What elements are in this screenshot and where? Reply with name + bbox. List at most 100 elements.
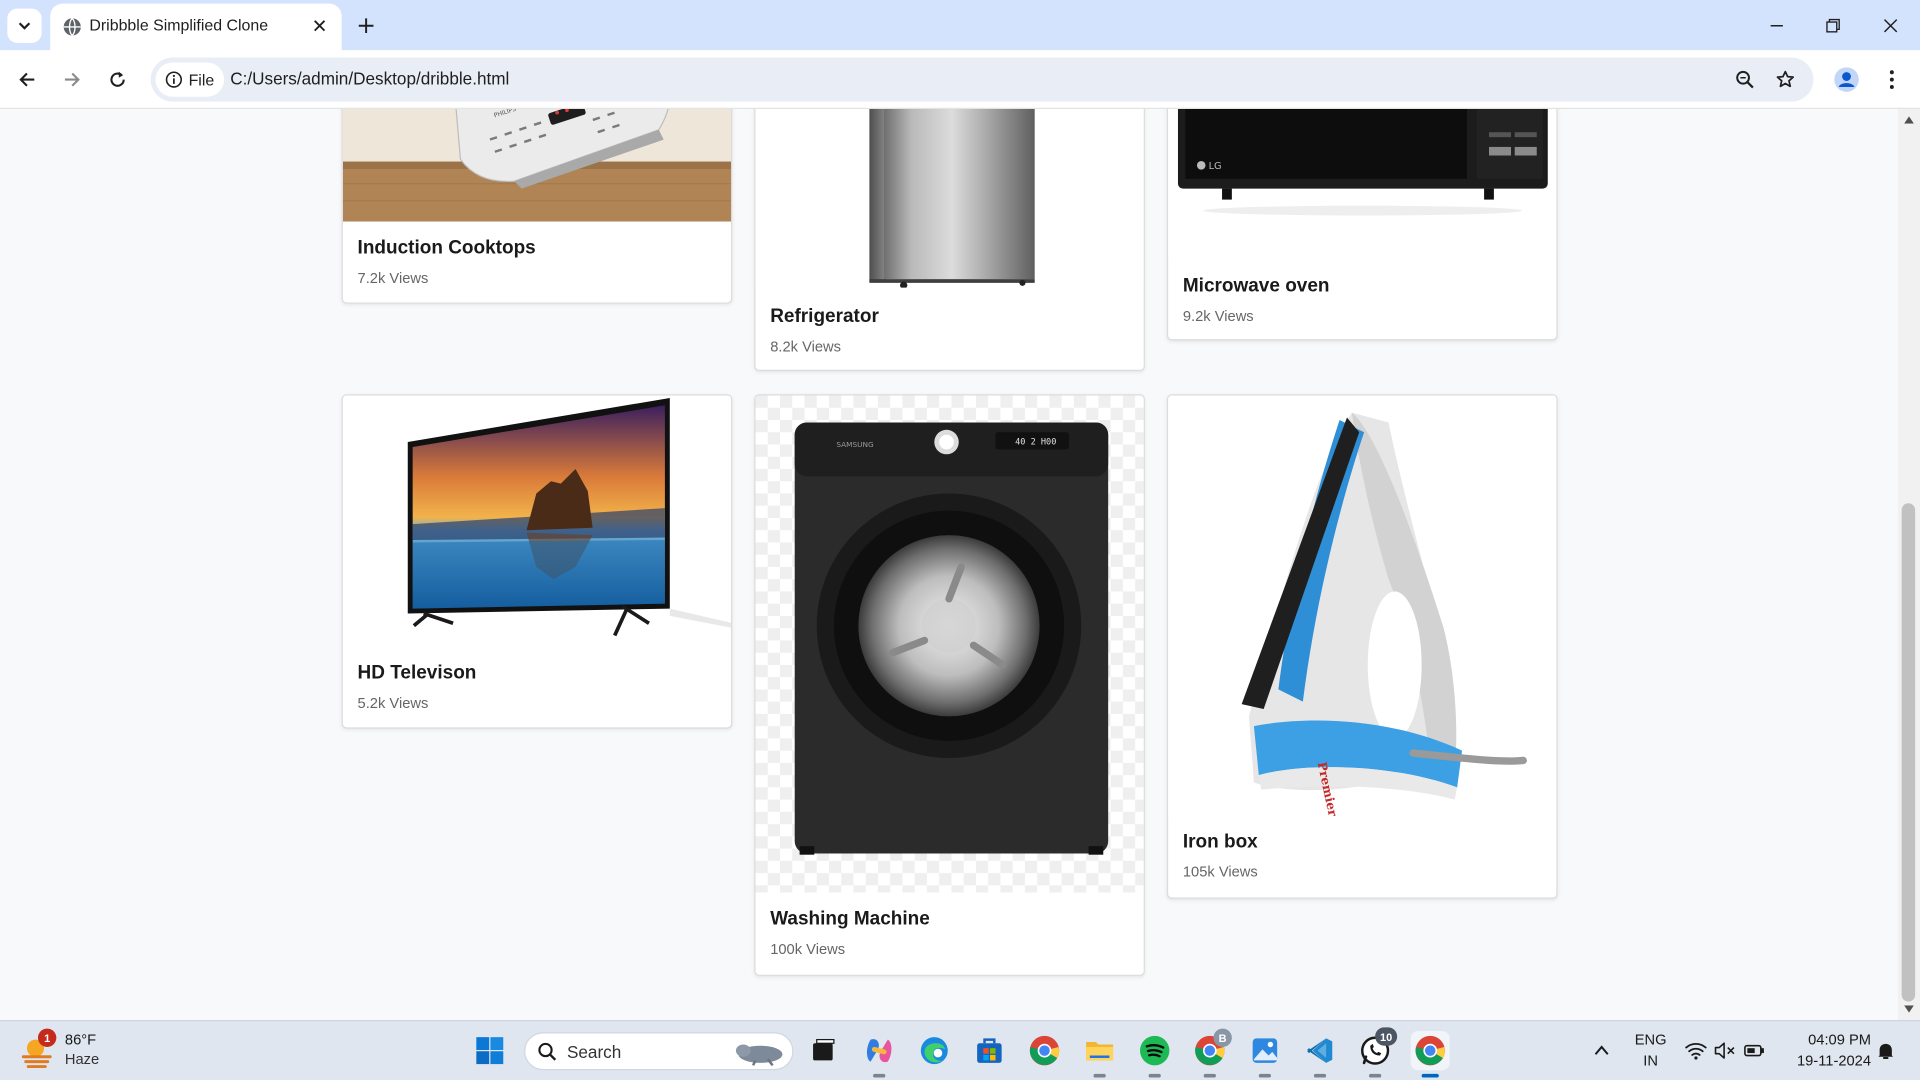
- plus-icon: [358, 18, 374, 34]
- chrome-profile-app-button[interactable]: B: [1190, 1028, 1232, 1078]
- page-viewport: PHILIPS Induction Cooktops 7.2k Views Re…: [0, 108, 1898, 1021]
- clock[interactable]: 04:09 PM 19-11-2024: [1778, 1030, 1874, 1072]
- weather-widget[interactable]: 1 86°F Haze: [20, 1028, 167, 1076]
- windows-taskbar: 1 86°F Haze Search B 10 ENG IN 04:09 PM …: [0, 1020, 1920, 1080]
- product-image: SAMSUNG 40 2 H00: [755, 395, 1144, 893]
- close-icon: [314, 20, 326, 32]
- restore-button[interactable]: [1805, 0, 1861, 50]
- weather-notification-badge: 1: [37, 1028, 57, 1047]
- region-code: IN: [1643, 1051, 1658, 1069]
- profile-badge: B: [1213, 1028, 1232, 1047]
- scrollbar-thumb[interactable]: [1901, 503, 1916, 1002]
- weather-condition: Haze: [64, 1050, 100, 1068]
- copilot-icon: [866, 1039, 892, 1063]
- card-views: 8.2k Views: [770, 337, 842, 356]
- volume-muted-icon: [1714, 1042, 1735, 1059]
- card-title[interactable]: Iron box: [1183, 831, 1258, 853]
- wifi-icon: [1685, 1042, 1707, 1060]
- product-image: LG: [1168, 108, 1557, 258]
- vscode-app-button[interactable]: [1300, 1031, 1339, 1078]
- induction-cooktop-image: PHILIPS: [342, 108, 732, 222]
- back-button[interactable]: [10, 62, 44, 96]
- page-scrollbar[interactable]: [1897, 108, 1920, 1021]
- running-indicator: [1258, 1073, 1272, 1078]
- chrome-icon: [1415, 1035, 1445, 1066]
- start-button[interactable]: [470, 1031, 509, 1070]
- running-indicator: [1148, 1073, 1161, 1078]
- zoom-button[interactable]: [1730, 65, 1759, 94]
- folder-icon: [1086, 1042, 1114, 1061]
- store-app-button[interactable]: [970, 1031, 1009, 1070]
- minimize-button[interactable]: [1749, 0, 1805, 50]
- photos-app-button[interactable]: [1245, 1031, 1284, 1078]
- browser-title-bar: Dribbble Simplified Clone: [0, 0, 1920, 51]
- product-card[interactable]: Premier Iron box 105k Views: [1166, 394, 1558, 899]
- notifications-button[interactable]: [1871, 1031, 1900, 1070]
- info-icon: [165, 71, 183, 88]
- product-card[interactable]: LG Microwave oven 9.2k Views: [1166, 108, 1558, 341]
- copilot-button[interactable]: [860, 1031, 899, 1078]
- globe-icon: [63, 17, 81, 36]
- product-card[interactable]: Refrigerator 8.2k Views: [754, 108, 1145, 372]
- search-highlight-image: [735, 1044, 783, 1067]
- card-title[interactable]: Microwave oven: [1183, 276, 1330, 298]
- washer-display: 40 2 H00: [1015, 437, 1056, 447]
- product-card[interactable]: SAMSUNG 40 2 H00 Washing Machine 100k Vi…: [754, 394, 1145, 976]
- windows-logo-icon: [476, 1037, 504, 1065]
- clock-date: 19-11-2024: [1796, 1051, 1872, 1069]
- show-hidden-icons-button[interactable]: [1582, 1031, 1621, 1070]
- washing-machine-image: SAMSUNG 40 2 H00: [755, 395, 1144, 893]
- chevron-down-icon: [18, 22, 31, 30]
- weather-temperature: 86°F: [64, 1031, 97, 1049]
- battery-icon: [1744, 1044, 1764, 1057]
- scroll-down-button[interactable]: [1898, 1000, 1920, 1017]
- chevron-up-icon: [1594, 1045, 1609, 1055]
- product-card[interactable]: PHILIPS Induction Cooktops 7.2k Views: [341, 108, 733, 304]
- scroll-up-button[interactable]: [1898, 111, 1920, 128]
- card-views: 105k Views: [1182, 863, 1258, 881]
- task-view-icon: [813, 1038, 835, 1061]
- site-chip-label: File: [188, 70, 215, 89]
- washer-brand-mark: SAMSUNG: [836, 440, 874, 449]
- product-image: [755, 108, 1144, 288]
- bookmark-button[interactable]: [1771, 65, 1800, 94]
- forward-button[interactable]: [55, 62, 89, 96]
- tab-search-button[interactable]: [7, 8, 42, 43]
- whatsapp-app-button[interactable]: 10: [1356, 1027, 1398, 1078]
- chrome-app-button[interactable]: [1025, 1031, 1064, 1070]
- file-explorer-button[interactable]: [1080, 1031, 1119, 1078]
- spotify-app-button[interactable]: [1135, 1031, 1174, 1078]
- profile-button[interactable]: [1829, 62, 1863, 96]
- address-bar[interactable]: File C:/Users/admin/Desktop/dribble.html: [150, 57, 1814, 102]
- close-window-button[interactable]: [1862, 0, 1918, 50]
- spotify-icon: [1140, 1035, 1170, 1066]
- card-views: 9.2k Views: [1182, 307, 1254, 325]
- edge-app-button[interactable]: [915, 1031, 954, 1070]
- site-info-chip[interactable]: File: [155, 62, 225, 97]
- url-text[interactable]: C:/Users/admin/Desktop/dribble.html: [230, 69, 509, 89]
- reload-button[interactable]: [100, 62, 134, 96]
- quick-settings-button[interactable]: [1682, 1038, 1768, 1062]
- card-title[interactable]: Refrigerator: [770, 306, 879, 328]
- tab-close-button[interactable]: [307, 13, 331, 37]
- card-title[interactable]: Washing Machine: [770, 909, 930, 931]
- card-views: 100k Views: [770, 940, 846, 958]
- product-card[interactable]: HD Televison 5.2k Views: [341, 394, 733, 729]
- menu-button[interactable]: [1875, 62, 1909, 96]
- taskbar-search-box[interactable]: Search: [524, 1032, 794, 1071]
- card-title[interactable]: HD Televison: [358, 662, 477, 684]
- microwave-brand-mark: LG: [1209, 161, 1222, 172]
- more-vertical-icon: [1889, 70, 1894, 89]
- running-indicator: [1203, 1073, 1216, 1078]
- task-view-button[interactable]: [803, 1031, 842, 1070]
- language-indicator[interactable]: ENG IN: [1629, 1031, 1673, 1073]
- vscode-icon: [1307, 1038, 1333, 1063]
- chrome-icon: [1029, 1035, 1060, 1066]
- triangle-up-icon: [1904, 116, 1914, 124]
- new-tab-button[interactable]: [350, 10, 382, 42]
- chrome-active-app-button[interactable]: [1410, 1031, 1450, 1078]
- browser-tab[interactable]: Dribbble Simplified Clone: [50, 3, 342, 51]
- running-indicator: [1313, 1073, 1327, 1078]
- running-indicator: [873, 1073, 886, 1078]
- card-title[interactable]: Induction Cooktops: [358, 238, 536, 260]
